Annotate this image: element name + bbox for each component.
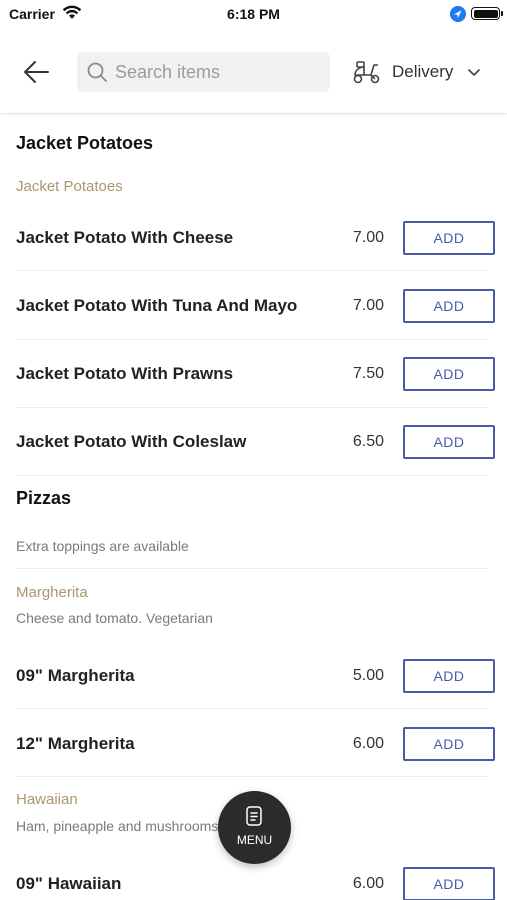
item-name: Jacket Potato With Coleslaw: [16, 432, 247, 451]
item-price: 7.00: [352, 297, 384, 314]
search-box[interactable]: [77, 52, 330, 92]
search-icon: [87, 62, 107, 82]
item-name: 09" Margherita: [16, 666, 135, 685]
section-title: Jacket Potatoes: [16, 133, 154, 153]
add-button[interactable]: ADD: [403, 289, 495, 323]
menu-item: Jacket Potato With Tuna And Mayo 7.00 AD…: [0, 272, 507, 340]
add-button[interactable]: ADD: [403, 357, 495, 391]
battery-icon: [471, 7, 500, 20]
menu-item: 12" Margherita 6.00 ADD: [0, 710, 507, 778]
add-button[interactable]: ADD: [403, 659, 495, 693]
add-button[interactable]: ADD: [403, 221, 495, 255]
search-input[interactable]: [115, 52, 320, 92]
menu-fab-button[interactable]: MENU: [218, 791, 291, 864]
item-price: 7.00: [352, 229, 384, 246]
menu-item: Jacket Potato With Prawns 7.50 ADD: [0, 340, 507, 408]
scooter-icon: [353, 61, 380, 84]
item-price: 6.00: [352, 875, 384, 892]
add-button[interactable]: ADD: [403, 727, 495, 761]
header-bar: Delivery: [0, 28, 507, 114]
menu-item: Jacket Potato With Coleslaw 6.50 ADD: [0, 408, 507, 476]
section-title: Pizzas: [16, 488, 72, 508]
add-button[interactable]: ADD: [403, 425, 495, 459]
section-note: Extra toppings are available: [16, 538, 189, 554]
item-price: 7.50: [352, 365, 384, 382]
status-bar: Carrier 6:18 PM: [0, 0, 507, 28]
divider: [16, 270, 488, 271]
divider: [16, 708, 488, 709]
chevron-down-icon: [468, 69, 480, 76]
item-name: Jacket Potato With Prawns: [16, 364, 234, 383]
item-price: 5.00: [352, 667, 384, 684]
item-name: 12" Margherita: [16, 734, 135, 753]
subcategory-description: Ham, pineapple and mushrooms: [16, 818, 219, 834]
menu-item: Jacket Potato With Cheese 7.00 ADD: [0, 204, 507, 272]
item-name: 09" Hawaiian: [16, 874, 122, 893]
add-button[interactable]: ADD: [403, 867, 495, 900]
item-name: Jacket Potato With Cheese: [16, 228, 234, 247]
item-price: 6.50: [352, 433, 384, 450]
item-price: 6.00: [352, 735, 384, 752]
back-arrow-icon[interactable]: [18, 56, 56, 88]
subcategory-description: Cheese and tomato. Vegetarian: [16, 610, 213, 626]
battery-cap: [501, 11, 503, 16]
menu-item: 09" Margherita 5.00 ADD: [0, 642, 507, 710]
menu-fab-label: MENU: [236, 833, 273, 847]
location-icon: [450, 6, 466, 22]
subcategory-title: Hawaiian: [16, 791, 78, 808]
subcategory-title: Margherita: [16, 584, 88, 601]
item-name: Jacket Potato With Tuna And Mayo: [16, 296, 298, 315]
menu-card-icon: [246, 806, 262, 826]
divider: [16, 776, 488, 777]
clock: 6:18 PM: [227, 6, 280, 22]
delivery-label: Delivery: [392, 62, 454, 81]
divider: [16, 568, 488, 569]
delivery-selector[interactable]: Delivery: [350, 56, 490, 88]
subcategory-title: Jacket Potatoes: [16, 178, 123, 195]
divider: [16, 475, 488, 476]
